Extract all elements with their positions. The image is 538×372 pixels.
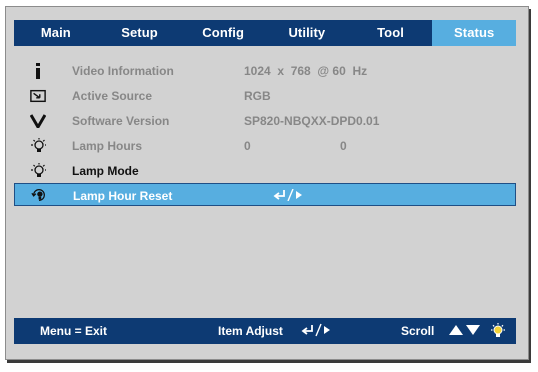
menu-tab-bar: Main Setup Config Utility Tool Status xyxy=(14,20,517,46)
tab-main[interactable]: Main xyxy=(14,20,98,46)
enter-arrow-icon[interactable] xyxy=(273,189,307,201)
arrow-down-icon xyxy=(466,325,480,335)
tab-utility[interactable]: Utility xyxy=(265,20,349,46)
menu-row-value-secondary: 0 xyxy=(340,139,347,153)
scroll-hint: Scroll xyxy=(401,324,435,338)
lamp-bulb-icon xyxy=(490,323,506,339)
status-menu-list: Video Information 1024 x 768 @ 60 Hz Act… xyxy=(14,58,518,206)
info-icon xyxy=(30,63,46,79)
software-v-icon xyxy=(30,113,46,129)
menu-row-lamp-mode[interactable]: Lamp Mode xyxy=(14,158,518,183)
menu-exit-hint: Menu = Exit xyxy=(40,324,108,338)
tab-status[interactable]: Status xyxy=(432,20,517,46)
menu-row-label: Lamp Hours xyxy=(72,139,143,153)
menu-row-label: Software Version xyxy=(72,114,170,128)
menu-row-value: 0 xyxy=(244,139,251,153)
menu-row-software-version: Software Version SP820-NBQXX-DPD0.01 xyxy=(14,108,518,133)
menu-row-label: Active Source xyxy=(72,89,153,103)
arrow-up-icon xyxy=(449,325,463,335)
item-adjust-hint: Item Adjust xyxy=(218,324,283,338)
tab-setup[interactable]: Setup xyxy=(98,20,182,46)
menu-row-label: Lamp Hour Reset xyxy=(73,189,173,203)
menu-row-label: Video Information xyxy=(72,64,174,78)
lamp-bulb-icon xyxy=(30,138,46,154)
menu-row-label: Lamp Mode xyxy=(72,164,139,178)
tab-config[interactable]: Config xyxy=(181,20,265,46)
menu-row-value: SP820-NBQXX-DPD0.01 xyxy=(244,114,380,128)
menu-row-value: 1024 x 768 @ 60 Hz xyxy=(244,64,368,78)
enter-arrow-icon xyxy=(301,323,335,337)
menu-row-video-information: Video Information 1024 x 768 @ 60 Hz xyxy=(14,58,518,83)
menu-row-lamp-hours: Lamp Hours 0 0 xyxy=(14,133,518,158)
menu-footer-hint-bar: Menu = Exit Item Adjust Scroll xyxy=(14,318,516,344)
menu-row-lamp-hour-reset[interactable]: Lamp Hour Reset xyxy=(14,183,516,206)
menu-row-active-source: Active Source RGB xyxy=(14,83,518,108)
lamp-bulb-icon xyxy=(30,163,46,179)
input-source-icon xyxy=(30,88,46,104)
menu-row-value: RGB xyxy=(244,89,271,103)
tab-tool[interactable]: Tool xyxy=(349,20,433,46)
lamp-reset-icon xyxy=(31,187,47,203)
